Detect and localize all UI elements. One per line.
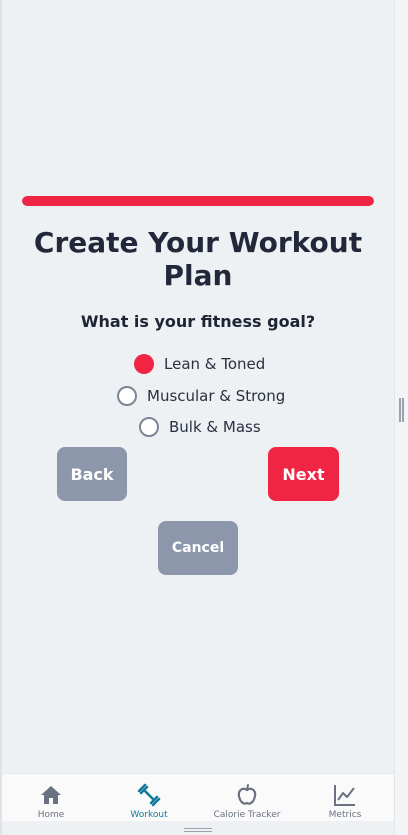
home-indicator[interactable] [184, 828, 212, 832]
drag-handle-icon[interactable] [399, 398, 404, 422]
radio-button[interactable] [139, 417, 159, 437]
dumbbell-icon [137, 783, 161, 807]
radio-button[interactable] [117, 386, 137, 406]
nav-item-metrics[interactable]: Metrics [296, 774, 394, 821]
back-button[interactable]: Back [57, 447, 127, 501]
option-label: Lean & Toned [164, 355, 266, 373]
next-button[interactable]: Next [268, 447, 339, 501]
progress-bar [22, 196, 374, 206]
window-edge [0, 0, 2, 835]
question-text: What is your fitness goal? [80, 312, 316, 331]
option-label: Bulk & Mass [169, 418, 261, 436]
nav-label-metrics: Metrics [328, 810, 362, 820]
option-muscular-strong[interactable]: Muscular & Strong [117, 384, 285, 408]
nav-label-workout: Workout [130, 810, 168, 820]
nav-label-home: Home [37, 810, 65, 820]
page-title: Create Your Workout Plan [33, 226, 363, 292]
progress-fill [22, 196, 374, 206]
option-lean-toned[interactable]: Lean & Toned [134, 352, 265, 376]
option-label: Muscular & Strong [147, 387, 286, 405]
option-bulk-mass[interactable]: Bulk & Mass [139, 415, 261, 439]
nav-item-calorie-tracker[interactable]: Calorie Tracker [198, 774, 296, 821]
chart-icon [334, 785, 355, 806]
nav-label-calorie-tracker: Calorie Tracker [213, 810, 281, 820]
nav-item-home[interactable]: Home [2, 774, 100, 821]
radio-button[interactable] [134, 354, 154, 374]
apple-icon [237, 784, 257, 805]
bottom-nav: Home Workout Calorie Tracker Metrics [2, 773, 394, 821]
scrollbar-track[interactable] [394, 0, 408, 835]
cancel-button[interactable]: Cancel [158, 521, 238, 575]
home-icon [41, 786, 61, 804]
nav-item-workout[interactable]: Workout [100, 774, 198, 821]
